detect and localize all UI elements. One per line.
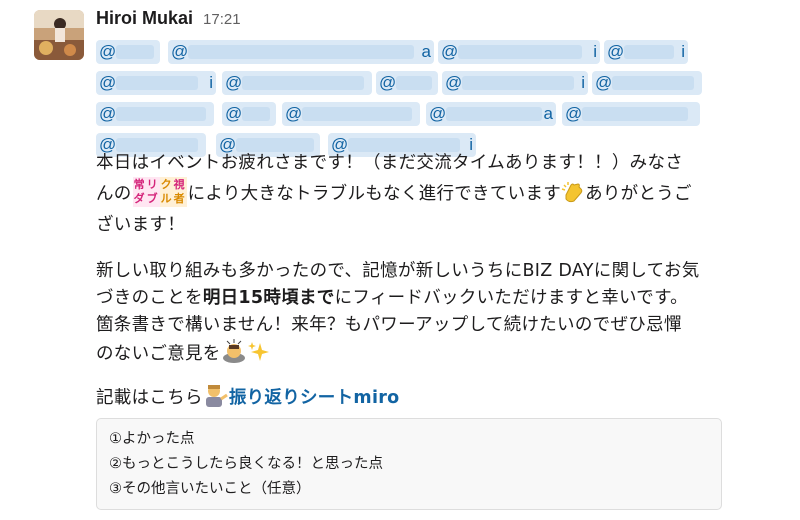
code-line: ②もっとこうしたら良くなる！と思った点 [109,456,383,472]
mention-row: @ @ a @ i @ i [96,36,706,67]
mention-list: @ @ a @ i @ i @ i @ @ @ i @ @ @ @ @ a @ @ @ @ i [96,36,706,160]
user-mention[interactable]: @ [96,102,214,126]
user-mention[interactable]: @ i [96,71,216,95]
user-mention[interactable]: @ i [604,40,688,64]
user-mention[interactable]: @ [562,102,700,126]
text-line: 新しい取り組みも多かったので、記憶が新しいうちにBIZ DAYに関してお気 [96,261,700,281]
text-line: ざいます！ [96,215,185,235]
message-paragraph: 記載はこちら 振り返りシートmiro [96,383,736,416]
user-mention[interactable]: @ a [168,40,434,64]
code-line: ③その他言いたいこと（任意） [109,481,311,497]
code-line: ①よかった点 [109,431,195,447]
user-mention[interactable]: @ a [426,102,556,126]
user-mention[interactable]: @ [222,71,372,95]
retrospective-sheet-link[interactable]: 振り返りシートmiro [229,388,400,408]
text-line: づきのことを明日15時頃までにフィードバックいただけますと幸いです。 [96,288,688,308]
mention-row: @ i @ @ @ i @ [96,67,706,98]
deadline-bold-text: 明日15時頃まで [202,288,335,308]
mention-row: @ @ @ @ a @ [96,98,706,129]
person-tipping-hand-icon [203,383,229,416]
user-mention[interactable]: @ [222,102,276,126]
text-line: んの 常 リ ク 視 ダ ブ ル 者 により大きなトラブルもなく進行できています… [96,177,736,212]
message-header: Hiroi Mukai 17:21 [96,8,241,34]
user-mention[interactable]: @ [376,71,438,95]
sender-name[interactable]: Hiroi Mukai [96,8,193,29]
timestamp[interactable]: 17:21 [203,11,241,28]
message-paragraph: 本日はイベントお疲れさまです！（まだ交流タイムあります！！）みなさ んの 常 リ… [96,150,736,239]
text-line: 箇条書きで構いません！来年？もパワーアップして続けたいのでぜひ忌憚 [96,315,682,335]
user-mention[interactable]: @ i [442,71,588,95]
custom-stamp-emoji: 常 リ ク 視 ダ ブ ル 者 [132,177,187,207]
person-bowing-icon [221,339,247,372]
text-line: 本日はイベントお疲れさまです！（まだ交流タイムあります！！）みなさ [96,153,684,173]
message-paragraph: 新しい取り組みも多かったので、記憶が新しいうちにBIZ DAYに関してお気 づき… [96,258,736,372]
user-mention[interactable]: @ [592,71,702,95]
sparkles-icon [247,341,271,372]
text-line: のないご意見を [96,339,736,372]
clapping-hands-icon [561,181,585,212]
user-mention[interactable]: @ i [438,40,600,64]
avatar[interactable] [34,10,84,60]
code-block: ①よかった点 ②もっとこうしたら良くなる！と思った点 ③その他言いたいこと（任意… [96,418,722,510]
user-mention[interactable]: @ [282,102,420,126]
user-mention[interactable]: @ [96,40,160,64]
